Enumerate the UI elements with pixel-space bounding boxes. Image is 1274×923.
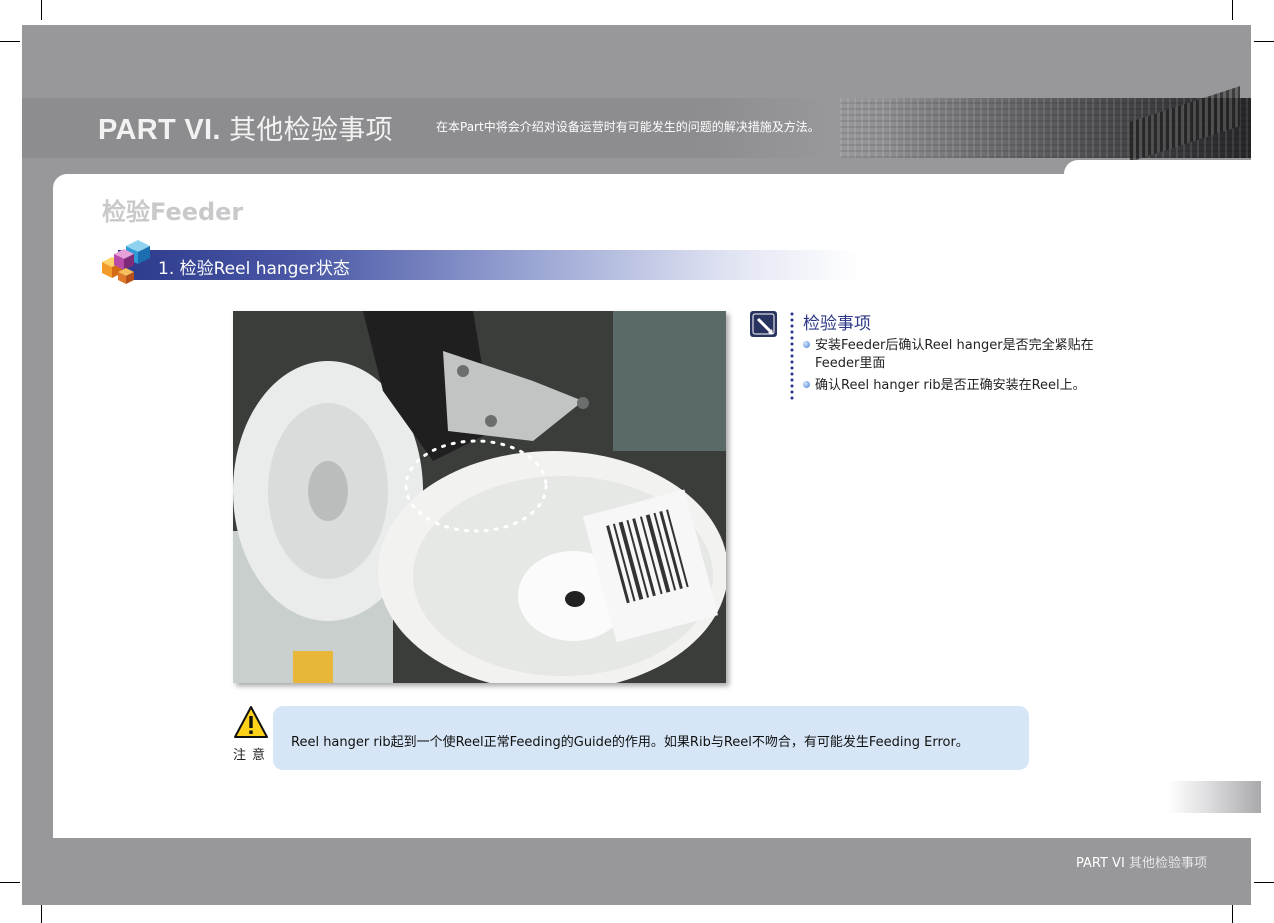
feeder-reel-photo xyxy=(233,311,726,683)
bullet-icon xyxy=(803,381,810,388)
panel-tab xyxy=(1064,160,1251,180)
footer-title: 其他检验事项 xyxy=(1128,856,1207,871)
footer: PART VI 其他检验事项 xyxy=(1076,852,1207,871)
part-title-text: 其他检验事项 xyxy=(229,115,393,146)
crop-mark xyxy=(1232,0,1233,20)
bullet-icon xyxy=(803,341,810,348)
section-title: 检验Feeder xyxy=(102,198,244,226)
dotted-divider xyxy=(790,311,794,401)
footer-part: PART VI xyxy=(1076,856,1125,871)
page-edge-tab xyxy=(1168,781,1261,813)
notes-title: 检验事项 xyxy=(803,314,871,334)
crop-mark xyxy=(0,41,20,42)
caution-text: Reel hanger rib起到一个使Reel正常Feeding的Guide的… xyxy=(291,735,969,750)
crop-mark xyxy=(1254,882,1274,883)
warning-icon xyxy=(234,706,268,738)
crop-mark xyxy=(1254,41,1274,42)
list-item: 安装Feeder后确认Reel hanger是否完全紧贴在Feeder里面 xyxy=(803,337,1113,373)
list-item: 确认Reel hanger rib是否正确安装在Reel上。 xyxy=(803,377,1113,395)
crop-mark xyxy=(41,903,42,923)
section-heading: 1. 检验Reel hanger状态 xyxy=(158,259,350,279)
cubes-icon xyxy=(102,240,150,284)
crop-mark xyxy=(1232,903,1233,923)
caution-label: 注意 xyxy=(233,748,272,763)
part-label: PART VI. xyxy=(98,114,221,146)
crop-mark xyxy=(41,0,42,20)
part-subtitle: 在本Part中将会介绍对设备运营时有可能发生的问题的解决措施及方法。 xyxy=(436,120,820,134)
part-title: PART VI. 其他检验事项 xyxy=(98,108,393,147)
crop-mark xyxy=(0,882,20,883)
note-text: 安装Feeder后确认Reel hanger是否完全紧贴在Feeder里面 xyxy=(815,338,1094,371)
notes-list: 安装Feeder后确认Reel hanger是否完全紧贴在Feeder里面 确认… xyxy=(803,337,1113,399)
pencil-note-icon xyxy=(750,311,777,337)
note-text: 确认Reel hanger rib是否正确安装在Reel上。 xyxy=(815,378,1086,393)
